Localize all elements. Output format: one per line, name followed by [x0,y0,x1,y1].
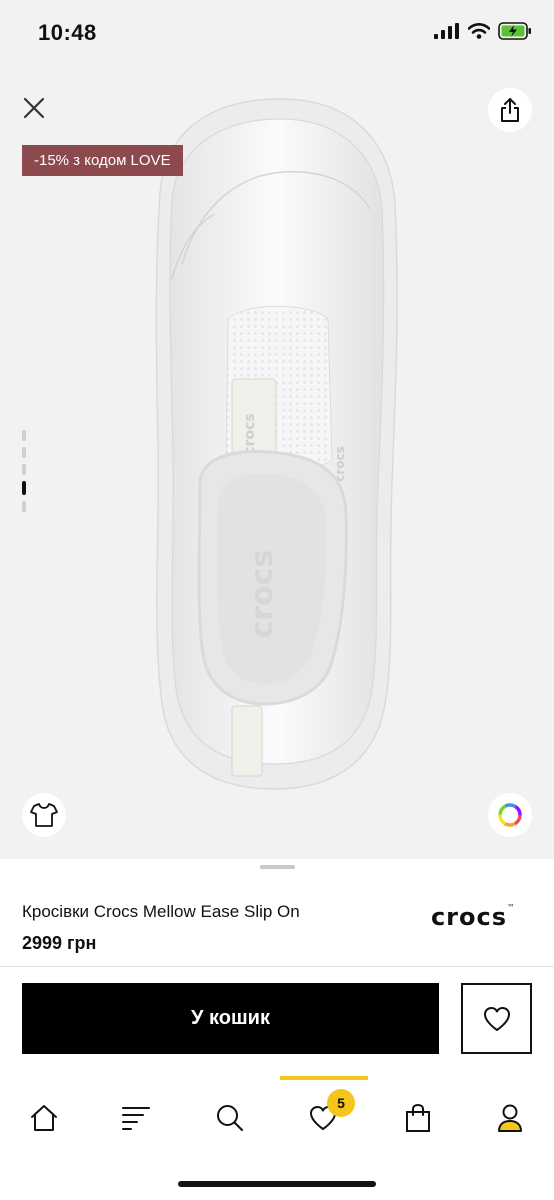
gallery-dot-active[interactable] [22,481,26,495]
product-title: Кросівки Crocs Mellow Ease Slip On [22,902,300,921]
signal-icon [434,23,459,39]
heart-icon [483,1006,510,1031]
share-button[interactable] [488,88,532,132]
close-button[interactable] [14,88,54,128]
search-icon [217,1105,243,1131]
tshirt-icon [30,803,58,827]
product-price: 2999 грн [22,933,97,953]
product-gallery[interactable]: crocs crocs crocs -15% з кодом LOVE [0,64,554,859]
close-icon [23,97,45,119]
wifi-icon [468,23,490,39]
size-guide-button[interactable] [22,793,66,837]
product-image: crocs crocs crocs [155,98,398,790]
promo-badge: -15% з кодом LOVE [22,145,183,176]
drag-handle[interactable] [260,865,295,869]
svg-text:crocs: crocs [242,413,258,454]
home-icon [31,1105,57,1131]
menu-icon [122,1107,150,1130]
home-indicator [178,1181,376,1187]
status-bar: 10:48 [0,0,554,64]
nav-profile[interactable] [488,1098,532,1138]
gallery-dot[interactable] [22,447,26,458]
brand-name: crocs [430,903,507,931]
nav-active-indicator [280,1076,368,1080]
nav-search[interactable] [208,1098,252,1138]
gallery-dot[interactable] [22,430,26,441]
nav-home[interactable] [22,1098,66,1138]
gallery-dot[interactable] [22,464,26,475]
share-icon [501,98,519,122]
trademark-mark: ™ [507,903,516,912]
status-icons [434,22,532,40]
add-to-wishlist-button[interactable] [461,983,532,1054]
svg-text:crocs: crocs [245,550,280,639]
color-picker-button[interactable] [488,793,532,837]
gallery-pagination[interactable] [22,430,26,512]
brand-logo[interactable]: crocs™ [431,903,516,931]
nav-catalog[interactable] [114,1098,158,1138]
battery-charging-icon [498,22,531,40]
wishlist-count-badge: 5 [327,1089,355,1117]
user-icon [498,1104,522,1132]
shopping-bag-icon [406,1103,430,1132]
color-wheel-icon [498,803,522,827]
add-to-cart-button[interactable]: У кошик [22,983,439,1054]
nav-cart[interactable] [396,1098,440,1138]
product-info-panel: Кросівки Crocs Mellow Ease Slip On 2999 … [0,859,554,967]
status-time: 10:48 [38,20,97,45]
gallery-dot[interactable] [22,501,26,512]
